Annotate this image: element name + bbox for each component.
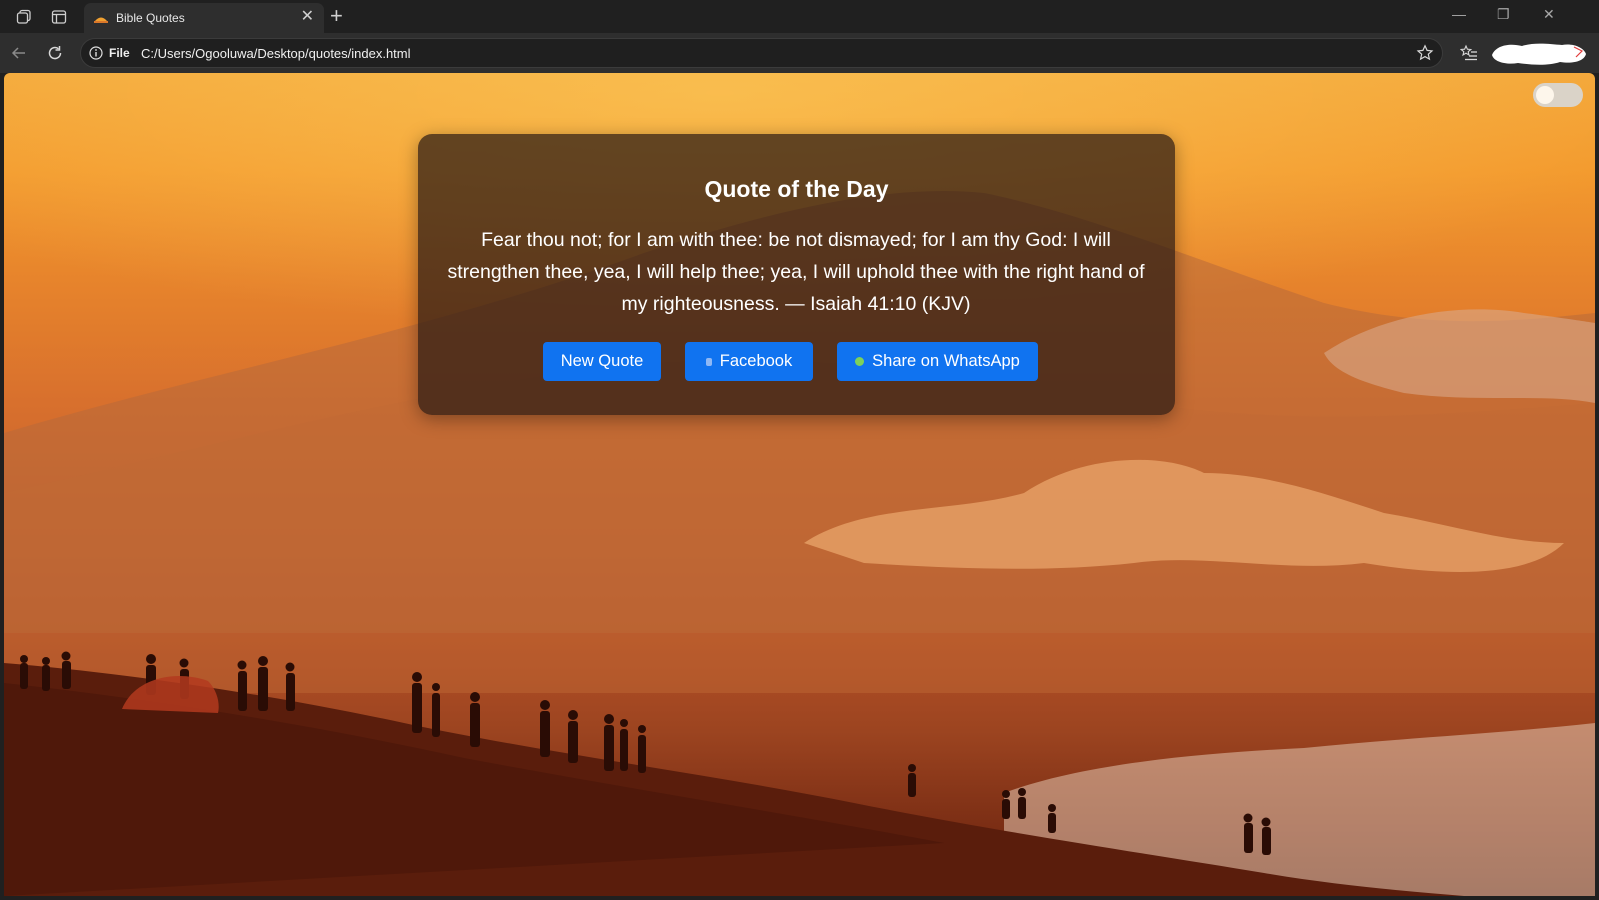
- card-title: Quote of the Day: [704, 176, 889, 202]
- new-quote-button[interactable]: New Quote: [543, 342, 661, 381]
- quote-card: Quote of the Day Fear thou not; for I am…: [418, 134, 1175, 415]
- address-scheme: File: [109, 46, 130, 60]
- favorites-list-icon[interactable]: [1458, 42, 1480, 64]
- toggle-knob: [1536, 86, 1554, 104]
- close-window-icon[interactable]: ✕: [1543, 7, 1555, 21]
- plus-icon[interactable]: +: [330, 5, 343, 27]
- browser-titlebar: Bible Quotes ✕ + — ❐ ✕: [0, 0, 1599, 33]
- sunrise-favicon-icon: [94, 17, 108, 23]
- page-viewport: Quote of the Day Fear thou not; for I am…: [4, 73, 1595, 896]
- address-bar[interactable]: File C:/Users/Ogooluwa/Desktop/quotes/in…: [80, 38, 1443, 68]
- facebook-label: Facebook: [719, 352, 793, 370]
- whatsapp-label: Share on WhatsApp: [872, 352, 1020, 370]
- theme-toggle[interactable]: [1533, 83, 1583, 107]
- whatsapp-share-button[interactable]: Share on WhatsApp: [837, 342, 1038, 381]
- profile-avatar[interactable]: [1488, 39, 1588, 67]
- close-icon[interactable]: ✕: [301, 9, 314, 25]
- facebook-share-button[interactable]: Facebook: [685, 342, 813, 381]
- back-arrow-icon[interactable]: [8, 42, 30, 64]
- workspaces-icon[interactable]: [13, 6, 35, 28]
- vertical-tabs-icon[interactable]: [48, 6, 70, 28]
- browser-toolbar: File C:/Users/Ogooluwa/Desktop/quotes/in…: [0, 33, 1599, 73]
- quote-text: Fear thou not; for I am with thee: be no…: [447, 229, 1145, 315]
- tab-bible-quotes[interactable]: Bible Quotes ✕: [84, 3, 324, 33]
- refresh-icon[interactable]: [44, 42, 66, 64]
- new-quote-label: New Quote: [560, 352, 644, 370]
- minimize-icon[interactable]: —: [1452, 7, 1466, 21]
- tab-title: Bible Quotes: [116, 11, 185, 25]
- address-url[interactable]: C:/Users/Ogooluwa/Desktop/quotes/index.h…: [141, 46, 411, 61]
- restore-icon[interactable]: ❐: [1497, 7, 1510, 21]
- star-icon[interactable]: [1416, 44, 1434, 62]
- whatsapp-icon: [855, 357, 865, 366]
- facebook-icon: [705, 357, 712, 366]
- info-icon[interactable]: [89, 46, 103, 60]
